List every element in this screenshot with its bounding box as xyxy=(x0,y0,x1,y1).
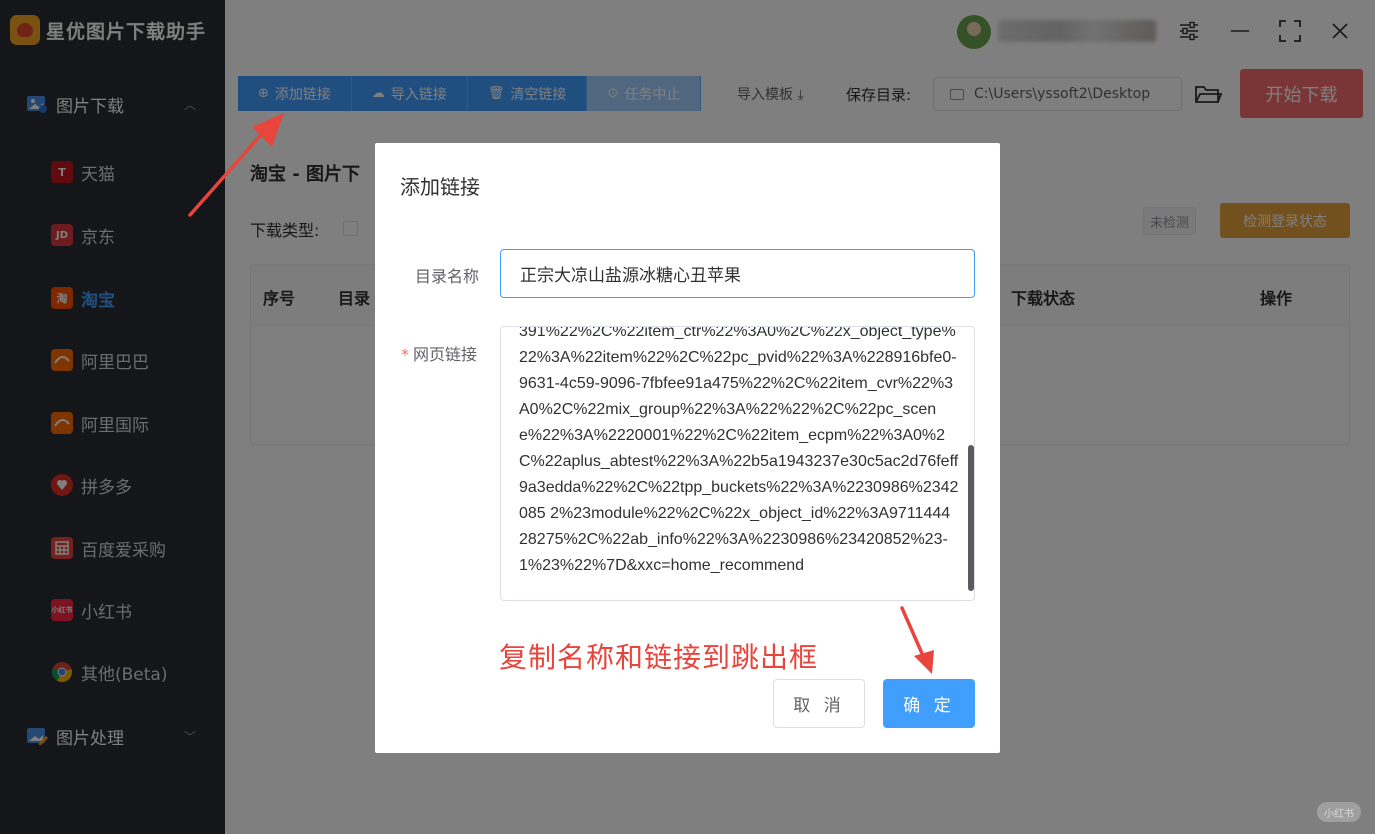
url-textarea[interactable]: 391%22%2C%22item_ctr%22%3A0%2C%22x_objec… xyxy=(500,326,975,601)
dialog-title: 添加链接 xyxy=(400,175,480,199)
directory-name-label: 目录名称 xyxy=(415,267,480,286)
url-label: 网页链接 xyxy=(413,345,478,364)
annotation-text: 复制名称和链接到跳出框 xyxy=(499,641,819,674)
directory-name-input[interactable]: 正宗大凉山盐源冰糖心丑苹果 xyxy=(500,249,975,298)
url-label-wrap: * 网页链接 xyxy=(401,341,477,365)
annotation-arrow-icon xyxy=(900,606,934,674)
annotation-arrow-icon xyxy=(188,113,284,217)
url-text: 391%22%2C%22item_ctr%22%3A0%2C%22x_objec… xyxy=(519,326,959,574)
watermark: 小红书 xyxy=(1317,802,1361,822)
required-mark: * xyxy=(401,345,409,364)
confirm-button[interactable]: 确 定 xyxy=(883,679,975,728)
url-scrollbar[interactable] xyxy=(968,445,974,591)
cancel-button[interactable]: 取 消 xyxy=(773,679,865,728)
